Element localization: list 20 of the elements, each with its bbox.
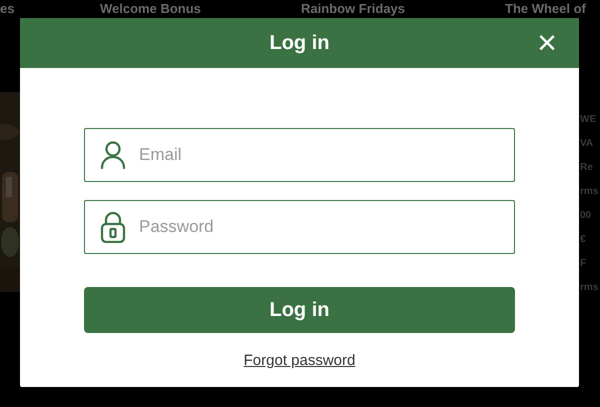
- background-text: 00: [580, 209, 592, 223]
- nav-link[interactable]: The Wheel of: [505, 1, 586, 16]
- email-field[interactable]: Email: [84, 128, 515, 182]
- close-button[interactable]: ×: [537, 28, 557, 58]
- user-icon: [100, 141, 126, 169]
- forgot-password-link[interactable]: Forgot password: [244, 350, 356, 372]
- nav-link[interactable]: es: [0, 1, 14, 16]
- nav-link[interactable]: Welcome Bonus: [100, 1, 201, 16]
- password-field[interactable]: Password: [84, 200, 515, 254]
- background-text: €: [580, 233, 586, 247]
- background-text: rms: [580, 281, 598, 295]
- login-button[interactable]: Log in: [84, 287, 515, 333]
- background-text: rms: [580, 185, 598, 199]
- lock-icon: [100, 211, 126, 243]
- nav-link[interactable]: Rainbow Fridays: [301, 1, 406, 16]
- dialog-title: Log in: [270, 31, 330, 56]
- background-text: WE: [580, 113, 596, 127]
- background-text: VA: [580, 137, 594, 151]
- background-text: F: [580, 257, 586, 271]
- background-text: Re: [580, 161, 593, 175]
